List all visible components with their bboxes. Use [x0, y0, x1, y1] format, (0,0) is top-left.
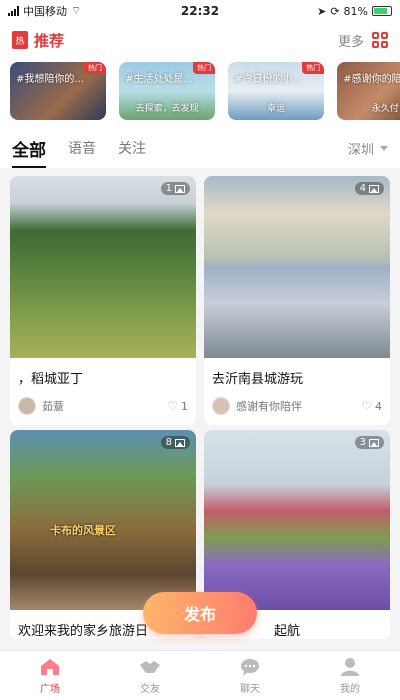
- nav-item-chat[interactable]: 聊天: [200, 651, 300, 700]
- lock-rotation-icon: ⟳: [330, 4, 340, 18]
- user-icon: [339, 657, 361, 677]
- chat-icon: [239, 657, 261, 677]
- city-label: 深圳: [347, 142, 374, 158]
- topic-subtitle: 去探索，去发现: [135, 104, 199, 114]
- location-icon: ➤: [317, 4, 327, 18]
- like-count: 1: [181, 399, 188, 413]
- image-count-badge: 4: [354, 182, 384, 195]
- topic-tag: 热门: [302, 62, 325, 74]
- topic-title: #感谢你的陪伴: [343, 74, 400, 85]
- battery-percent: 81%: [343, 4, 368, 18]
- publish-button[interactable]: 发布: [143, 592, 257, 634]
- hot-badge-icon: 热: [12, 31, 28, 49]
- author-name: 感谢有你陪伴: [236, 400, 302, 413]
- bottom-nav: 广场 交友 聊天 我的: [0, 650, 400, 700]
- nav-label: 我的: [340, 683, 360, 695]
- topic-card[interactable]: #我想陪你的... 热门: [10, 62, 106, 120]
- post-title: ，稻城亚丁: [18, 372, 84, 387]
- scenic-sign-text: 卡布的风景区: [50, 524, 116, 537]
- topic-carousel[interactable]: #我想陪你的... 热门 #生活处处是... 热门 去探索，去发现 #今日份的小…: [0, 58, 400, 128]
- post-feed[interactable]: 1 ，稻城亚丁 茹薏 ♡ 1 4 去沂南县城游玩 感谢有你陪伴 ♡ 4 8 卡布的风…: [10, 176, 390, 650]
- grid-menu-icon[interactable]: [372, 32, 388, 48]
- topic-title: #今日份的小...: [234, 74, 303, 85]
- author-name: 茹薏: [42, 400, 64, 413]
- wifi-icon: ⌔: [71, 4, 82, 17]
- post-footer: 茹薏 ♡ 1: [10, 387, 196, 425]
- home-icon: [39, 657, 61, 677]
- status-bar: 中国移动 ⌔ 22:32 ➤ ⟳ 81%: [0, 0, 400, 22]
- topic-card[interactable]: #今日份的小... 热门 幸运: [228, 62, 325, 120]
- image-count-badge: 3: [354, 436, 384, 449]
- carrier-label: 中国移动: [23, 5, 67, 18]
- signal-icon: [8, 6, 19, 16]
- post-image: 1: [10, 176, 196, 358]
- nav-label: 广场: [40, 683, 60, 695]
- recommend-header: 热 推荐 更多: [0, 22, 400, 58]
- nav-item-plaza[interactable]: 广场: [0, 651, 100, 700]
- image-icon: [175, 184, 185, 193]
- heart-icon: ♡: [167, 399, 178, 413]
- tab-follow[interactable]: 关注: [118, 138, 146, 158]
- image-icon: [369, 438, 379, 447]
- nav-item-friends[interactable]: 交友: [100, 651, 200, 700]
- status-time: 22:32: [180, 4, 220, 18]
- nav-item-me[interactable]: 我的: [300, 651, 400, 700]
- topic-title: #我想陪你的...: [16, 74, 84, 85]
- post-image: 8 卡布的风景区: [10, 430, 196, 610]
- tab-all[interactable]: 全部: [12, 136, 46, 168]
- like-count: 4: [375, 399, 382, 413]
- topic-title: #生活处处是...: [125, 74, 194, 85]
- city-selector[interactable]: 深圳: [348, 139, 388, 158]
- image-icon: [175, 438, 185, 447]
- battery-icon: [372, 6, 392, 16]
- image-count-badge: 1: [160, 182, 190, 195]
- topic-tag: 热门: [193, 62, 216, 74]
- nav-label: 交友: [140, 683, 160, 695]
- handshake-icon: [139, 657, 161, 677]
- nav-label: 聊天: [240, 683, 260, 695]
- topic-subtitle: 永久付: [371, 104, 399, 114]
- topic-card[interactable]: #感谢你的陪伴 永久付: [337, 62, 400, 120]
- tab-voice[interactable]: 语音: [68, 138, 96, 158]
- avatar[interactable]: [212, 397, 230, 415]
- like-button[interactable]: ♡ 4: [361, 399, 382, 413]
- post-card[interactable]: 4 去沂南县城游玩 感谢有你陪伴 ♡ 4: [204, 176, 390, 425]
- post-card[interactable]: 1 ，稻城亚丁 茹薏 ♡ 1: [10, 176, 196, 425]
- image-icon: [369, 184, 379, 193]
- feed-tabs: 全部 语音 关注 深圳: [0, 128, 400, 168]
- post-image: 4: [204, 176, 390, 358]
- post-footer: 感谢有你陪伴 ♡ 4: [204, 387, 390, 425]
- header-title: 推荐: [34, 31, 65, 50]
- post-title: 去沂南县城游玩: [212, 372, 304, 387]
- more-link[interactable]: 更多: [338, 31, 364, 50]
- topic-subtitle: 幸运: [267, 104, 286, 114]
- image-count-badge: 8: [160, 436, 190, 449]
- avatar[interactable]: [18, 397, 36, 415]
- topic-card[interactable]: #生活处处是... 热门 去探索，去发现: [119, 62, 216, 120]
- like-button[interactable]: ♡ 1: [167, 399, 188, 413]
- status-left: 中国移动 ⌔: [8, 3, 148, 19]
- status-right: ➤ ⟳ 81%: [252, 5, 392, 18]
- post-image: 3: [204, 430, 390, 610]
- heart-icon: ♡: [361, 399, 372, 413]
- chevron-down-icon: [380, 145, 388, 151]
- topic-tag: 热门: [84, 62, 106, 74]
